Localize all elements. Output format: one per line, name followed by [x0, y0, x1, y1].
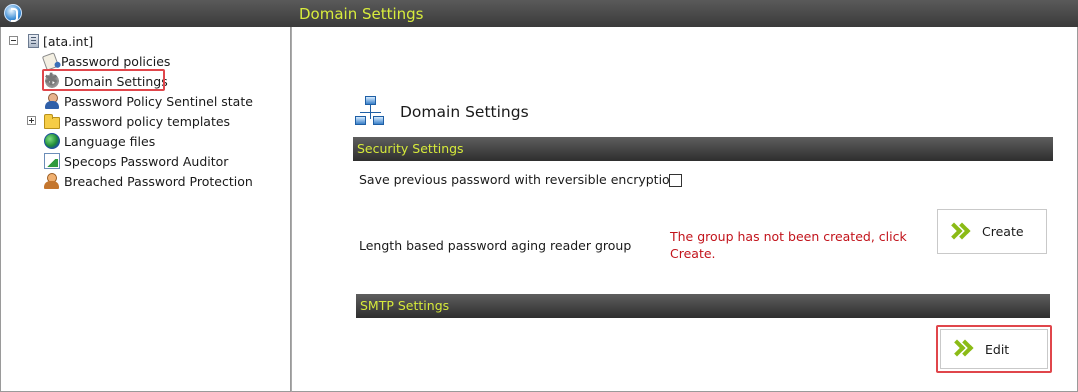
- create-button[interactable]: Create: [937, 209, 1047, 254]
- edit-button-label: Edit: [985, 341, 1010, 357]
- tree-item-breached-protection[interactable]: Breached Password Protection: [44, 172, 253, 190]
- double-chevron-icon: [951, 340, 973, 358]
- create-button-label: Create: [982, 224, 1024, 239]
- tree-item-policy-templates[interactable]: Password policy templates: [44, 112, 230, 130]
- breach-person-icon: [44, 173, 60, 189]
- tree-item-label: Breached Password Protection: [64, 173, 253, 189]
- network-icon: [355, 96, 385, 126]
- reversible-encryption-label: Save previous password with reversible e…: [359, 172, 678, 187]
- globe-icon: [44, 133, 60, 149]
- tree-root-label: [ata.int]: [43, 33, 94, 49]
- chart-icon: [44, 153, 60, 169]
- server-icon: [28, 34, 39, 48]
- navigation-tree: [ata.int] Password policies Domain Setti…: [0, 27, 291, 392]
- tree-root[interactable]: [ata.int]: [26, 32, 93, 50]
- security-settings-header: Security Settings: [353, 137, 1053, 161]
- edit-button[interactable]: Edit: [940, 329, 1048, 369]
- tree-item-label: Specops Password Auditor: [64, 153, 229, 169]
- section-title: Domain Settings: [400, 103, 529, 121]
- reader-group-label: Length based password aging reader group: [359, 238, 632, 253]
- selection-highlight: [42, 69, 165, 91]
- page-title: Domain Settings: [299, 5, 424, 23]
- content-header: Domain Settings: [291, 0, 1078, 27]
- reversible-encryption-checkbox[interactable]: [669, 174, 682, 187]
- tree-item-password-policies[interactable]: Password policies: [41, 51, 171, 71]
- app-logo-icon: [4, 4, 22, 22]
- tree-item-language-files[interactable]: Language files: [44, 132, 155, 150]
- tree-item-password-auditor[interactable]: Specops Password Auditor: [44, 152, 228, 170]
- smtp-settings-header: SMTP Settings: [356, 294, 1050, 318]
- folder-icon: [44, 113, 60, 129]
- content-pane: Domain Settings Security Settings Save p…: [291, 27, 1078, 392]
- expand-templates-icon[interactable]: [27, 116, 36, 125]
- tree-item-sentinel-state[interactable]: Password Policy Sentinel state: [44, 92, 253, 110]
- user-icon: [44, 93, 60, 109]
- scroll-icon: [41, 51, 60, 71]
- tree-item-label: Password Policy Sentinel state: [64, 93, 253, 109]
- tree-item-label: Password policies: [61, 53, 171, 69]
- tree-item-label: Password policy templates: [64, 113, 231, 129]
- tree-item-label: Language files: [64, 133, 156, 149]
- collapse-root-icon[interactable]: [9, 36, 18, 45]
- double-chevron-icon: [948, 223, 970, 241]
- group-warning-text: The group has not been created, click Cr…: [670, 229, 907, 261]
- tree-header: [0, 0, 291, 27]
